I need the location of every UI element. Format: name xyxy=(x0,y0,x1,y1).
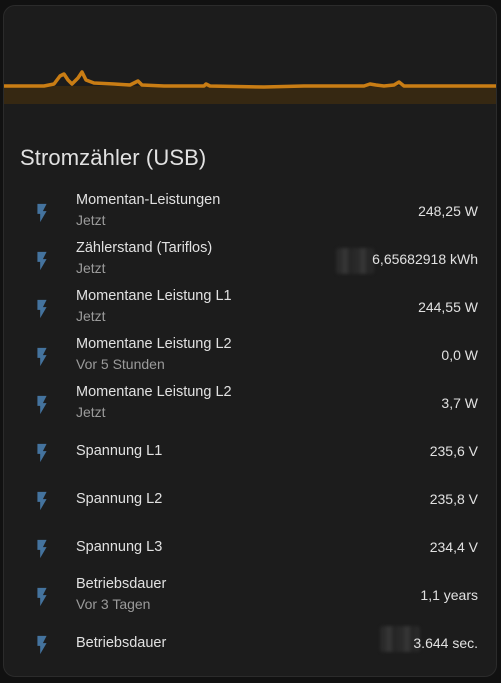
flash-icon xyxy=(37,443,47,463)
redacted-value-blur xyxy=(336,248,374,274)
entity-state-value: 235,6 V xyxy=(429,443,478,459)
entity-last-changed: Vor 3 Tagen xyxy=(76,596,151,612)
entity-name: Momentane Leistung L2 xyxy=(76,384,232,400)
flash-icon xyxy=(37,491,47,511)
entity-last-changed: Jetzt xyxy=(76,212,106,228)
entity-row[interactable]: Spannung L1 235,6 V xyxy=(4,429,496,477)
entity-last-changed: Vor 5 Stunden xyxy=(76,356,165,372)
entity-state-value: 6,65682918 kWh xyxy=(372,251,478,267)
entity-state-value: 235,8 V xyxy=(429,491,478,507)
flash-icon xyxy=(37,539,47,559)
flash-icon xyxy=(37,299,47,319)
entity-row[interactable]: Momentane Leistung L2 Jetzt 3,7 W xyxy=(4,381,496,429)
entity-last-changed: Jetzt xyxy=(76,404,106,420)
entity-name: Betriebsdauer xyxy=(76,635,167,651)
entity-name: Momentan-Leistungen xyxy=(76,192,221,208)
entity-state-value: 3.644 sec. xyxy=(413,635,478,651)
entity-state-value: 248,25 W xyxy=(418,203,478,219)
entity-row[interactable]: Momentane Leistung L1 Jetzt 244,55 W xyxy=(4,285,496,333)
entity-name: Momentane Leistung L1 xyxy=(76,288,232,304)
entity-name: Zählerstand (Tariflos) xyxy=(76,240,213,256)
entity-name: Spannung L3 xyxy=(76,539,163,555)
entity-state-value: 0,0 W xyxy=(441,347,478,363)
entity-state-value: 244,55 W xyxy=(418,299,478,315)
entity-row[interactable]: Momentane Leistung L2 Vor 5 Stunden 0,0 W xyxy=(4,333,496,381)
graph-line xyxy=(4,70,496,89)
flash-icon xyxy=(37,395,47,415)
card-title: Stromzähler (USB) xyxy=(20,145,207,170)
graph-fill xyxy=(4,86,496,104)
entity-name: Spannung L2 xyxy=(76,491,163,507)
entity-row[interactable]: Betriebsdauer Vor 3 Tagen 1,1 years xyxy=(4,573,496,621)
flash-icon xyxy=(37,635,47,655)
flash-icon xyxy=(37,347,47,367)
entity-state-value: 3,7 W xyxy=(441,395,478,411)
entity-row[interactable]: Betriebsdauer 3.644 sec. xyxy=(4,621,496,669)
entity-name: Spannung L1 xyxy=(76,443,163,459)
flash-icon xyxy=(37,587,47,607)
entity-row[interactable]: Spannung L2 235,8 V xyxy=(4,477,496,525)
entity-state-value: 1,1 years xyxy=(420,587,478,603)
entity-name: Momentane Leistung L2 xyxy=(76,336,232,352)
entity-last-changed: Jetzt xyxy=(76,260,106,276)
entity-state-value: 234,4 V xyxy=(429,539,478,555)
entity-row[interactable]: Momentan-Leistungen Jetzt 248,25 W xyxy=(4,189,496,237)
entities-card: Stromzähler (USB) Momentan-Leistungen Jet… xyxy=(3,5,497,677)
entity-row[interactable]: Zählerstand (Tariflos) Jetzt 6,65682918 kW… xyxy=(4,237,496,285)
entity-row[interactable]: Spannung L3 234,4 V xyxy=(4,525,496,573)
history-graph[interactable] xyxy=(4,6,496,106)
entity-last-changed: Jetzt xyxy=(76,308,106,324)
flash-icon xyxy=(37,251,47,271)
flash-icon xyxy=(37,203,47,223)
entity-name: Betriebsdauer xyxy=(76,576,167,592)
